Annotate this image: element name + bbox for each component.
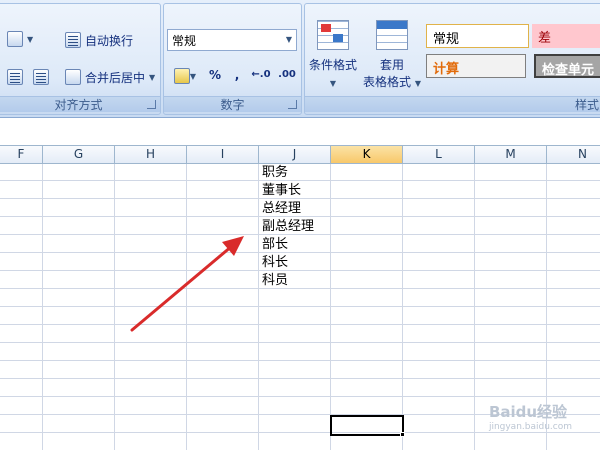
baidu-watermark: Baidu经验 jingyan.baidu.com (489, 401, 572, 432)
watermark-url: jingyan.baidu.com (488, 422, 572, 432)
watermark-brand: Baidu经验 (488, 403, 568, 421)
annotation-arrow-icon (130, 236, 244, 332)
